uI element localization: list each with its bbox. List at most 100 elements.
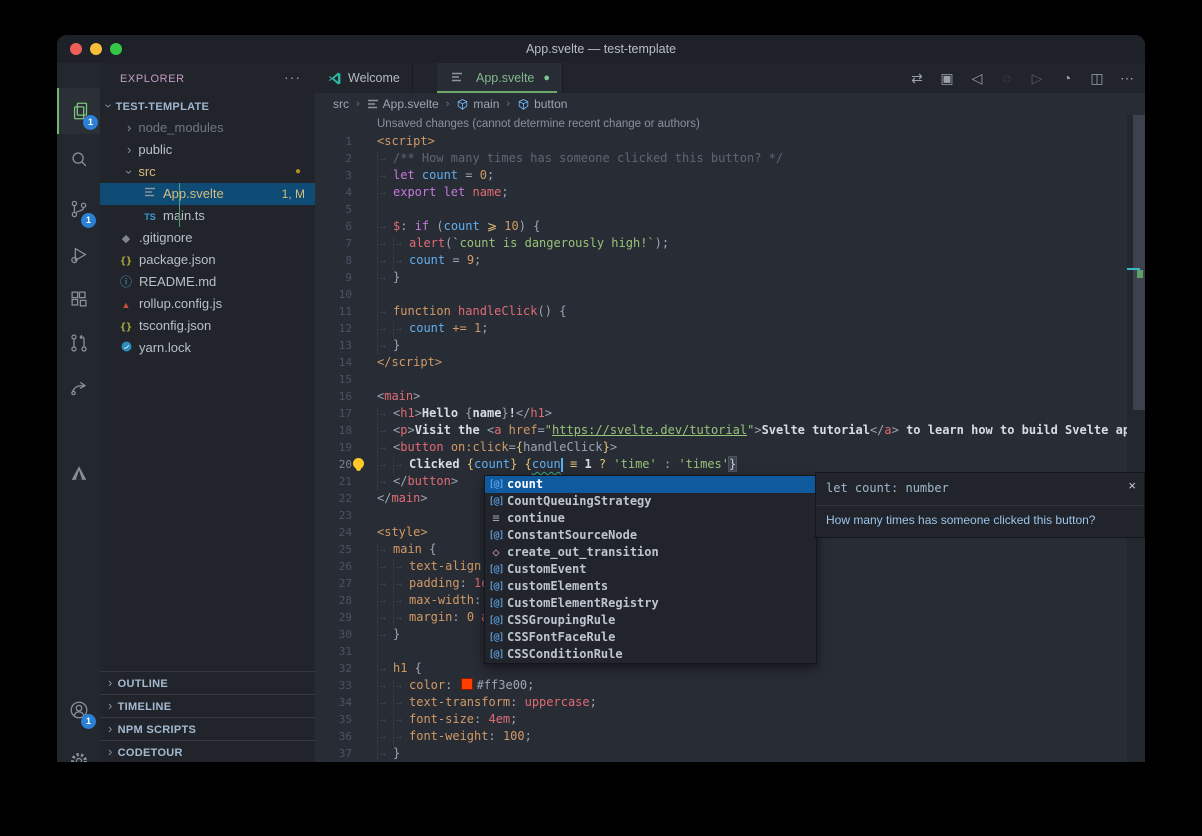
code-line-1[interactable]: 1<script> (315, 133, 1145, 150)
code-editor[interactable]: Unsaved changes (cannot determine recent… (315, 115, 1145, 762)
sidebar-section-npm-scripts[interactable]: ›NPM SCRIPTS (100, 717, 315, 740)
code-line-2[interactable]: 2→/** How many times has someone clicked… (315, 150, 1145, 167)
suggestion-cssfontfacerule[interactable]: [@]CSSFontFaceRule (485, 629, 816, 646)
tree-item-src[interactable]: ›src● (100, 161, 315, 183)
tree-item-yarn-lock[interactable]: yarn.lock (100, 337, 315, 359)
tab-whitespace: → (393, 576, 409, 593)
current-change-icon[interactable]: ◌ (995, 70, 1019, 86)
code-line-4[interactable]: 4→export let name; (315, 184, 1145, 201)
suggestion-count[interactable]: [@]count (485, 476, 816, 493)
suggestion-constantsourcenode[interactable]: [@]ConstantSourceNode (485, 527, 816, 544)
tree-item-package-json[interactable]: {}package.json (100, 249, 315, 271)
line-number: 14 (315, 354, 352, 371)
scrollbar-thumb[interactable] (1133, 115, 1145, 410)
tree-item-node_modules[interactable]: ›node_modules (100, 117, 315, 139)
tree-item--gitignore[interactable]: ◆.gitignore (100, 227, 315, 249)
next-change-icon[interactable]: ▷ (1025, 70, 1049, 87)
code-line-37[interactable]: 37→} (315, 745, 1145, 762)
suggestion-cssconditionrule[interactable]: [@]CSSConditionRule (485, 646, 816, 663)
token: name (472, 185, 501, 199)
suggestion-countqueuingstrategy[interactable]: [@]CountQueuingStrategy (485, 493, 816, 510)
breadcrumb-item-button[interactable]: button (517, 97, 567, 111)
lightbulb-icon[interactable] (353, 458, 364, 469)
suggestion-continue[interactable]: ≡continue (485, 510, 816, 527)
suggestion-customelementregistry[interactable]: [@]CustomElementRegistry (485, 595, 816, 612)
suggestion-cssgroupingrule[interactable]: [@]CSSGroupingRule (485, 612, 816, 629)
code-line-7[interactable]: 7→→alert(`count is dangerously high!`); (315, 235, 1145, 252)
timeline-history-icon[interactable]: ◔ (1055, 70, 1079, 86)
sidebar-section-outline[interactable]: ›OUTLINE (100, 671, 315, 694)
code-text: →<p>Visit the <a href="https://svelte.de… (377, 422, 1145, 440)
code-line-5[interactable]: 5 (315, 201, 1145, 218)
code-line-3[interactable]: 3→let count = 0; (315, 167, 1145, 184)
code-line-35[interactable]: 35→→font-size: 4em; (315, 711, 1145, 728)
code-line-19[interactable]: 19→<button on:click={handleClick}> (315, 439, 1145, 456)
activity-item-search[interactable] (57, 136, 100, 182)
overview-ruler-mark-green (1137, 270, 1143, 278)
code-line-6[interactable]: 6→$: if (count ⩾ 10) { (315, 218, 1145, 235)
more-actions-icon[interactable]: ⋯ (1115, 70, 1139, 87)
code-line-15[interactable]: 15 (315, 371, 1145, 388)
activity-item-azure[interactable] (57, 450, 100, 496)
code-line-36[interactable]: 36→→font-weight: 100; (315, 728, 1145, 745)
sidebar-header: EXPLORER ··· (100, 63, 315, 95)
tree-item-tsconfig-json[interactable]: {}tsconfig.json (100, 315, 315, 337)
suggestion-create_out_transition[interactable]: ◇create_out_transition (485, 544, 816, 561)
tree-item-app-svelte[interactable]: App.svelte1, M (100, 183, 315, 205)
code-line-16[interactable]: 16<main> (315, 388, 1145, 405)
activity-item-source-control[interactable]: 1 (57, 186, 100, 232)
code-line-10[interactable]: 10 (315, 286, 1145, 303)
code-line-13[interactable]: 13→} (315, 337, 1145, 354)
tab-app-svelte[interactable]: App.svelte● (437, 63, 563, 93)
code-line-20[interactable]: 20→→Clicked {count} {coun ≡ 1 ? 'time' :… (315, 456, 1145, 473)
token: } (603, 440, 610, 454)
close-icon[interactable]: × (1128, 478, 1136, 493)
code-line-12[interactable]: 12→→count += 1; (315, 320, 1145, 337)
open-changes-icon[interactable]: ▣ (935, 70, 959, 87)
code-line-17[interactable]: 17→<h1>Hello {name}!</h1> (315, 405, 1145, 422)
activity-item-accounts[interactable]: 1 (57, 687, 100, 733)
code-line-18[interactable]: 18→<p>Visit the <a href="https://svelte.… (315, 422, 1145, 439)
tree-item-readme-md[interactable]: ⓘREADME.md (100, 271, 315, 293)
line-number: 25 (315, 541, 352, 558)
split-editor-icon[interactable]: ◫ (1085, 70, 1109, 87)
activity-item-run-debug[interactable] (57, 232, 100, 278)
sidebar-section-timeline[interactable]: ›TIMELINE (100, 694, 315, 717)
token: count (409, 253, 445, 267)
previous-change-icon[interactable]: ◁ (965, 70, 989, 87)
code-line-8[interactable]: 8→→count = 9; (315, 252, 1145, 269)
activity-item-github-pull-requests[interactable] (57, 320, 100, 366)
code-line-14[interactable]: 14</script> (315, 354, 1145, 371)
tab-whitespace: → (377, 457, 393, 474)
sidebar-section-codetour[interactable]: ›CODETOUR (100, 740, 315, 762)
activity-item-settings[interactable] (57, 738, 100, 762)
activity-item-extensions[interactable] (57, 276, 100, 322)
tree-item-rollup-config-js[interactable]: ▲rollup.config.js (100, 293, 315, 315)
breadcrumb-item-app-svelte[interactable]: App.svelte (367, 97, 439, 111)
workspace-root-item[interactable]: ›TEST-TEMPLATE (100, 95, 315, 117)
sidebar-more-actions[interactable]: ··· (284, 69, 301, 85)
symbol-cube-icon (517, 98, 530, 111)
token: https://svelte.dev/tutorial (552, 423, 747, 437)
activity-item-explorer[interactable]: 1 (57, 88, 102, 134)
line-number: 31 (315, 643, 352, 660)
suggestion-label: customElements (507, 578, 608, 595)
breadcrumb-item-src[interactable]: src (333, 97, 349, 111)
tab-welcome[interactable]: Welcome (315, 63, 413, 93)
code-line-34[interactable]: 34→→text-transform: uppercase; (315, 694, 1145, 711)
code-line-11[interactable]: 11→function handleClick() { (315, 303, 1145, 320)
activity-item-live-share[interactable] (57, 364, 100, 410)
code-line-9[interactable]: 9→} (315, 269, 1145, 286)
symbol-variable-icon: [@] (485, 629, 507, 646)
code-line-33[interactable]: 33→→color: #ff3e00; (315, 677, 1145, 694)
breadcrumb-separator: › (446, 98, 450, 110)
suggestion-customevent[interactable]: [@]CustomEvent (485, 561, 816, 578)
code-text: →</button> (377, 473, 458, 491)
js-file-icon: ▲ (118, 294, 134, 316)
breadcrumb-item-main[interactable]: main (456, 97, 499, 111)
tree-item-public[interactable]: ›public (100, 139, 315, 161)
tab-whitespace: → (393, 729, 409, 746)
git-compare-icon[interactable]: ⇄ (905, 70, 929, 87)
tree-item-main-ts[interactable]: TSmain.ts (100, 205, 315, 227)
suggestion-customelements[interactable]: [@]customElements (485, 578, 816, 595)
